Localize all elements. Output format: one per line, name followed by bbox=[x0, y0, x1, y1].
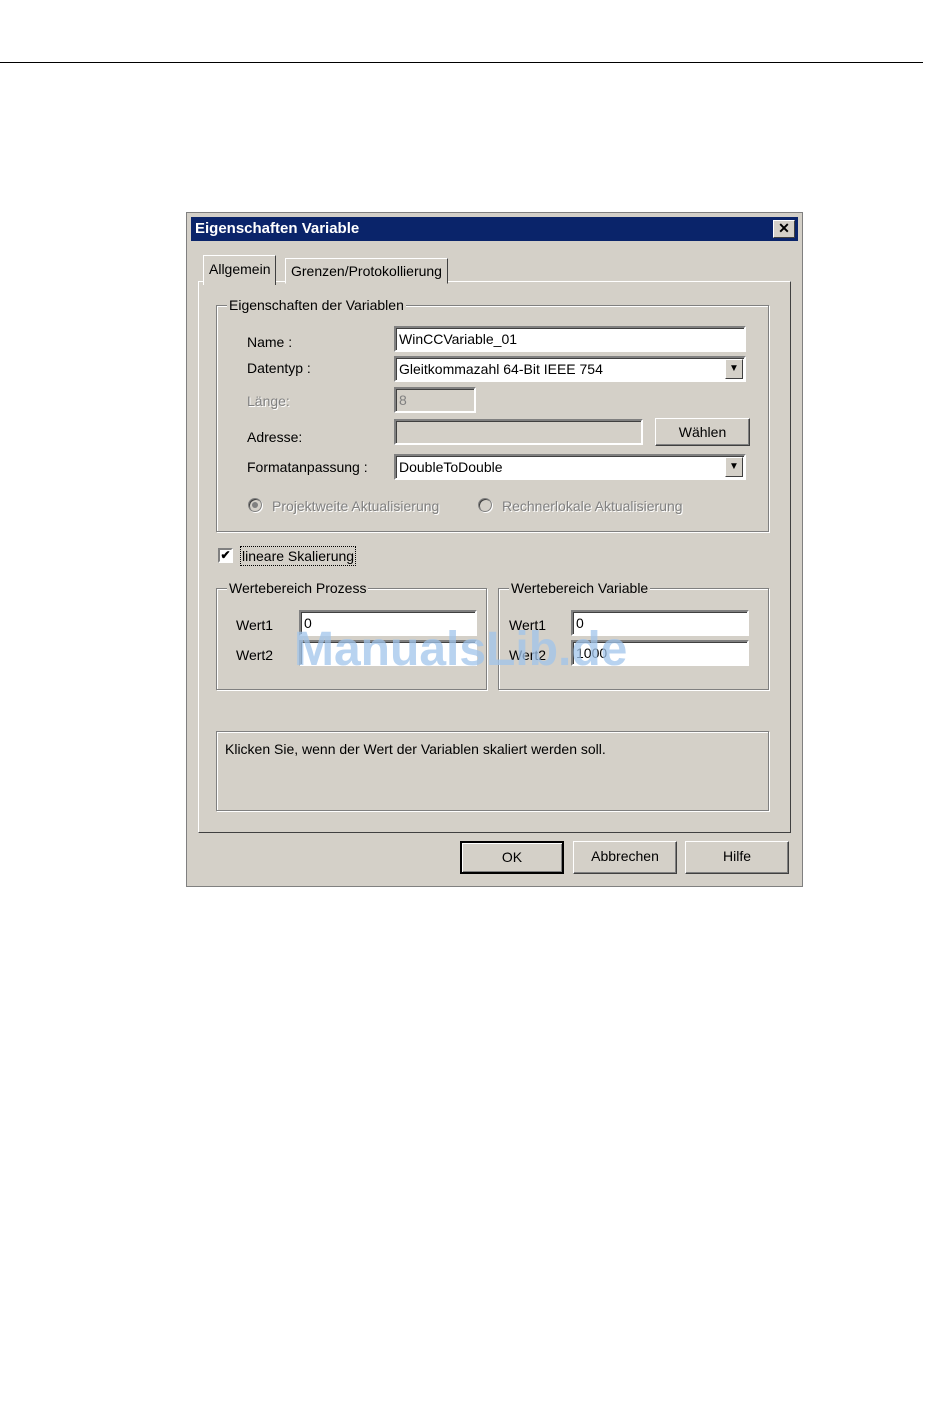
chevron-down-icon[interactable]: ▼ bbox=[725, 457, 743, 477]
close-icon[interactable]: ✕ bbox=[773, 220, 795, 238]
name-label: Name : bbox=[247, 334, 293, 350]
process-wert1-label: Wert1 bbox=[236, 617, 274, 633]
linear-scaling-label[interactable]: lineare Skalierung bbox=[240, 546, 357, 566]
cancel-button[interactable]: Abbrechen bbox=[573, 841, 677, 874]
process-wert2-label: Wert2 bbox=[236, 647, 274, 663]
select-address-button[interactable]: Wählen bbox=[655, 418, 750, 446]
radio-project-wide-label: Projektweite Aktualisierung bbox=[272, 498, 440, 514]
dialog-titlebar[interactable]: Eigenschaften Variable ✕ bbox=[191, 217, 798, 241]
format-label: Formatanpassung : bbox=[247, 459, 368, 475]
radio-project-wide bbox=[248, 498, 262, 512]
chevron-down-icon[interactable]: ▼ bbox=[725, 359, 743, 379]
group-variable-properties-title: Eigenschaften der Variablen bbox=[227, 296, 406, 314]
radio-dot-icon bbox=[252, 502, 258, 508]
page-header-rule bbox=[0, 62, 923, 63]
format-select[interactable]: DoubleToDouble ▼ bbox=[394, 454, 746, 480]
radio-computer-local-label: Rechnerlokale Aktualisierung bbox=[502, 498, 683, 514]
tab-panel-allgemein: Eigenschaften der Variablen Name : WinCC… bbox=[198, 281, 791, 833]
tab-grenzen-protokollierung[interactable]: Grenzen/Protokollierung bbox=[285, 258, 448, 284]
datatype-label: Datentyp : bbox=[247, 360, 311, 376]
address-input bbox=[394, 419, 643, 445]
hint-box: Klicken Sie, wenn der Wert der Variablen… bbox=[216, 731, 769, 811]
length-label: Länge: bbox=[247, 393, 290, 409]
group-variable-properties: Eigenschaften der Variablen Name : WinCC… bbox=[216, 296, 769, 532]
hint-text: Klicken Sie, wenn der Wert der Variablen… bbox=[225, 741, 606, 757]
properties-dialog: Eigenschaften Variable ✕ Allgemein Grenz… bbox=[186, 212, 803, 887]
datatype-select-value: Gleitkommazahl 64-Bit IEEE 754 bbox=[399, 361, 603, 377]
datatype-select[interactable]: Gleitkommazahl 64-Bit IEEE 754 ▼ bbox=[394, 356, 746, 382]
linear-scaling-checkbox[interactable]: ✔ bbox=[218, 548, 233, 563]
tab-allgemein[interactable]: Allgemein bbox=[203, 255, 277, 285]
dialog-title: Eigenschaften Variable bbox=[195, 220, 360, 237]
format-select-value: DoubleToDouble bbox=[399, 459, 503, 475]
name-input[interactable]: WinCCVariable_01 bbox=[394, 326, 746, 352]
length-input: 8 bbox=[394, 387, 476, 413]
ok-button[interactable]: OK bbox=[460, 841, 564, 874]
group-variable-range-title: Wertebereich Variable bbox=[509, 579, 651, 597]
group-process-range-title: Wertebereich Prozess bbox=[227, 579, 369, 597]
help-button[interactable]: Hilfe bbox=[685, 841, 789, 874]
radio-computer-local bbox=[478, 498, 492, 512]
watermark-logo: ManualsLib.de bbox=[294, 623, 628, 676]
address-label: Adresse: bbox=[247, 429, 303, 445]
